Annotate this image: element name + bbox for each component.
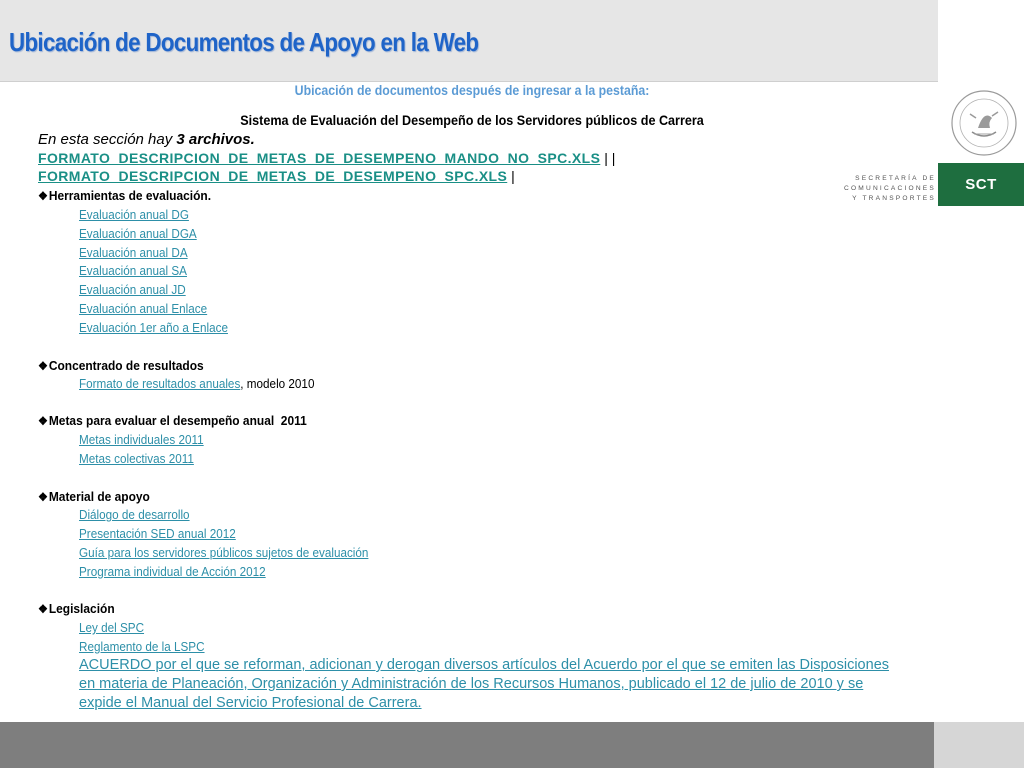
group-heading: ❖Herramientas de evaluación. [38, 188, 212, 203]
section-title: Sistema de Evaluación del Desempeño de l… [240, 112, 704, 128]
list-item: Presentación SED anual 2012 [79, 526, 236, 541]
intro-text: En esta sección hay 3 archivos. [38, 131, 255, 148]
group-heading: ❖Legislación [38, 601, 115, 616]
document-link[interactable]: Formato de resultados anuales [79, 376, 240, 391]
document-link[interactable]: Evaluación anual SA [79, 263, 187, 278]
group-heading: ❖Material de apoyo [38, 489, 150, 504]
xls-file-row: FORMATO_DESCRIPCION_DE_METAS_DE_DESEMPEN… [38, 168, 515, 184]
document-link[interactable]: Programa individual de Acción 2012 [79, 564, 266, 579]
xls-file-link[interactable]: FORMATO_DESCRIPCION_DE_METAS_DE_DESEMPEN… [38, 168, 507, 184]
sct-logo: SCT [938, 163, 1024, 206]
group-heading: ❖Metas para evaluar el desempeño anual 2… [38, 413, 307, 428]
page-title: Ubicación de Documentos de Apoyo en la W… [9, 27, 479, 57]
document-link[interactable]: Guía para los servidores públicos sujeto… [79, 545, 368, 560]
list-item: Ley del SPC [79, 620, 144, 635]
document-link[interactable]: Evaluación anual DGA [79, 226, 197, 241]
list-item: Metas colectivas 2011 [79, 451, 194, 466]
document-link[interactable]: Ley del SPC [79, 620, 144, 635]
document-link[interactable]: Reglamento de la LSPC [79, 639, 205, 654]
list-item: Evaluación anual JD [79, 282, 186, 297]
subtitle: Ubicación de documentos después de ingre… [294, 82, 650, 98]
bullet-diamond-icon: ❖ [38, 414, 48, 428]
document-link[interactable]: Evaluación anual DG [79, 207, 189, 222]
xls-file-row: FORMATO_DESCRIPCION_DE_METAS_DE_DESEMPEN… [38, 150, 616, 166]
document-link[interactable]: Evaluación anual Enlace [79, 301, 207, 316]
ministry-name: SECRETARÍA DE COMUNICACIONES Y TRANSPORT… [844, 175, 936, 202]
document-link[interactable]: Evaluación anual JD [79, 282, 186, 297]
document-link[interactable]: Diálogo de desarrollo [79, 507, 190, 522]
xls-file-link[interactable]: FORMATO_DESCRIPCION_DE_METAS_DE_DESEMPEN… [38, 150, 600, 166]
national-seal-icon [951, 90, 1017, 156]
header-right-panel [938, 0, 1024, 82]
bullet-diamond-icon: ❖ [38, 189, 48, 203]
document-link[interactable]: Presentación SED anual 2012 [79, 526, 236, 541]
document-link[interactable]: Evaluación anual DA [79, 245, 188, 260]
list-item: Evaluación anual DG [79, 207, 189, 222]
bullet-diamond-icon: ❖ [38, 359, 48, 373]
list-item: Evaluación anual DGA [79, 226, 197, 241]
list-item: Reglamento de la LSPC [79, 639, 205, 654]
list-item: Evaluación 1er año a Enlace [79, 320, 228, 335]
list-item: Evaluación anual SA [79, 263, 187, 278]
list-item: Programa individual de Acción 2012 [79, 564, 266, 579]
header-band: Ubicación de Documentos de Apoyo en la W… [0, 0, 938, 82]
list-item: Diálogo de desarrollo [79, 507, 190, 522]
list-item: ACUERDO por el que se reforman, adiciona… [79, 656, 909, 713]
document-link[interactable]: Metas individuales 2011 [79, 432, 204, 447]
agreement-link[interactable]: ACUERDO por el que se reforman, adiciona… [79, 657, 889, 711]
footer-right-panel [934, 722, 1024, 768]
list-item: Evaluación anual Enlace [79, 301, 207, 316]
document-link[interactable]: Metas colectivas 2011 [79, 451, 194, 466]
footer-band [0, 722, 934, 768]
bullet-diamond-icon: ❖ [38, 490, 48, 504]
document-link[interactable]: Evaluación 1er año a Enlace [79, 320, 228, 335]
list-item: Metas individuales 2011 [79, 432, 204, 447]
list-item: Guía para los servidores públicos sujeto… [79, 545, 368, 560]
group-heading: ❖Concentrado de resultados [38, 358, 204, 373]
list-item: Evaluación anual DA [79, 245, 188, 260]
list-item: Formato de resultados anuales, modelo 20… [79, 376, 315, 391]
bullet-diamond-icon: ❖ [38, 602, 48, 616]
